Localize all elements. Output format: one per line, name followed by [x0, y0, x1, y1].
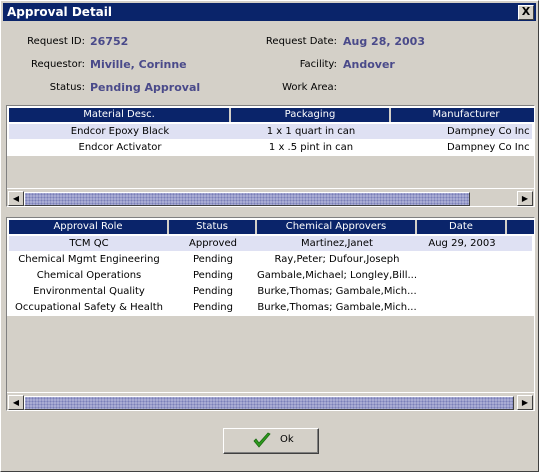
approvals-header-status[interactable]: Status	[169, 220, 257, 234]
approvals-cell-approvers: Martinez,Janet	[301, 238, 373, 249]
scroll-right-arrow-icon[interactable]: ▶	[517, 191, 533, 206]
approvals-row[interactable]: Chemical Operations Pending Gambale,Mich…	[9, 268, 532, 283]
approvals-cell-role: Chemical Mgmt Engineering	[18, 254, 160, 265]
approvals-cell-date	[417, 300, 507, 315]
requestor-label: Requestor:	[30, 59, 85, 70]
approvals-cell-date	[417, 252, 507, 267]
approvals-row[interactable]: Environmental Quality Pending Burke,Thom…	[9, 284, 532, 299]
facility-label: Facility:	[299, 59, 337, 70]
materials-row[interactable]: Endcor Activator 1 x .5 pint in can Damp…	[9, 140, 532, 155]
approvals-cell-date	[417, 284, 507, 299]
approvals-row[interactable]: Chemical Mgmt Engineering Pending Ray,Pe…	[9, 252, 532, 267]
request-id-value: 26752	[90, 35, 129, 48]
ok-button-label: Ok	[280, 434, 294, 445]
checkmark-icon	[253, 432, 271, 448]
materials-row[interactable]: Endcor Epoxy Black 1 x 1 quart in can Da…	[9, 124, 532, 139]
approvals-header-role[interactable]: Approval Role	[9, 220, 169, 234]
facility-value: Andover	[343, 58, 395, 71]
approvals-cell-status: Approved	[189, 238, 237, 249]
approvals-cell-role: Occupational Safety & Health	[15, 302, 163, 313]
approvals-cell-approvers: Ray,Peter; Dufour,Joseph	[274, 254, 400, 265]
close-button[interactable]: X	[518, 5, 534, 20]
approvals-header-extra	[507, 220, 534, 234]
approvals-cell-approvers: Burke,Thomas; Gambale,Mich...	[257, 286, 417, 297]
materials-header-desc[interactable]: Material Desc.	[9, 108, 231, 122]
approvals-header-approvers[interactable]: Chemical Approvers	[257, 220, 417, 234]
materials-cell-manufacturer: Dampney Co Inc	[447, 126, 530, 137]
approvals-cell-role: Environmental Quality	[33, 286, 145, 297]
materials-empty-area	[7, 156, 534, 188]
approvals-header-date[interactable]: Date	[417, 220, 507, 234]
approvals-cell-status: Pending	[193, 254, 233, 265]
request-id-label: Request ID:	[27, 36, 85, 47]
approvals-table: Approval Role Status Chemical Approvers …	[6, 217, 535, 411]
approvals-cell-status: Pending	[193, 270, 233, 281]
materials-scroll-thumb[interactable]	[24, 192, 470, 206]
approvals-cell-approvers: Gambale,Michael; Longley,Bill...	[257, 270, 417, 281]
work-area-label: Work Area:	[282, 82, 337, 93]
request-date-value: Aug 28, 2003	[343, 35, 425, 48]
status-label: Status:	[49, 82, 85, 93]
status-value: Pending Approval	[90, 81, 201, 94]
approvals-cell-role: Chemical Operations	[36, 270, 142, 281]
approvals-cell-date	[417, 268, 507, 283]
approvals-row[interactable]: TCM QC Approved Martinez,Janet Aug 29, 2…	[9, 236, 532, 251]
approvals-cell-date: Aug 29, 2003	[428, 238, 496, 249]
approvals-empty-area	[7, 316, 534, 392]
scroll-right-arrow-icon[interactable]: ▶	[517, 395, 533, 410]
materials-header-manufacturer[interactable]: Manufacturer	[391, 108, 534, 122]
approvals-cell-status: Pending	[193, 286, 233, 297]
materials-table: Material Desc. Packaging Manufacturer En…	[6, 105, 535, 207]
approvals-horizontal-scrollbar[interactable]: ◀ ▶	[7, 393, 534, 410]
materials-cell-packaging: 1 x .5 pint in can	[268, 142, 354, 153]
scroll-left-arrow-icon[interactable]: ◀	[8, 395, 24, 410]
materials-cell-desc: Endcor Activator	[78, 142, 162, 153]
scroll-left-arrow-icon[interactable]: ◀	[8, 191, 24, 206]
approvals-cell-status: Pending	[193, 302, 233, 313]
title-bar: Approval Detail X	[3, 3, 536, 21]
approvals-cell-approvers: Burke,Thomas; Gambale,Mich...	[257, 302, 417, 313]
materials-cell-desc: Endcor Epoxy Black	[70, 126, 170, 137]
window-title: Approval Detail	[7, 5, 112, 19]
approval-detail-window: Approval Detail X Request ID: 26752 Requ…	[0, 0, 539, 472]
materials-cell-packaging: 1 x 1 quart in can	[266, 126, 356, 137]
materials-header-packaging[interactable]: Packaging	[231, 108, 391, 122]
requestor-value: Miville, Corinne	[90, 58, 187, 71]
request-date-label: Request Date:	[265, 36, 337, 47]
approvals-row[interactable]: Occupational Safety & Health Pending Bur…	[9, 300, 532, 315]
approvals-cell-role: TCM QC	[69, 238, 109, 249]
materials-cell-manufacturer: Dampney Co Inc	[447, 142, 530, 153]
ok-button[interactable]: Ok	[223, 428, 319, 454]
approvals-scroll-thumb[interactable]	[24, 396, 514, 410]
materials-horizontal-scrollbar[interactable]: ◀ ▶	[7, 189, 534, 206]
